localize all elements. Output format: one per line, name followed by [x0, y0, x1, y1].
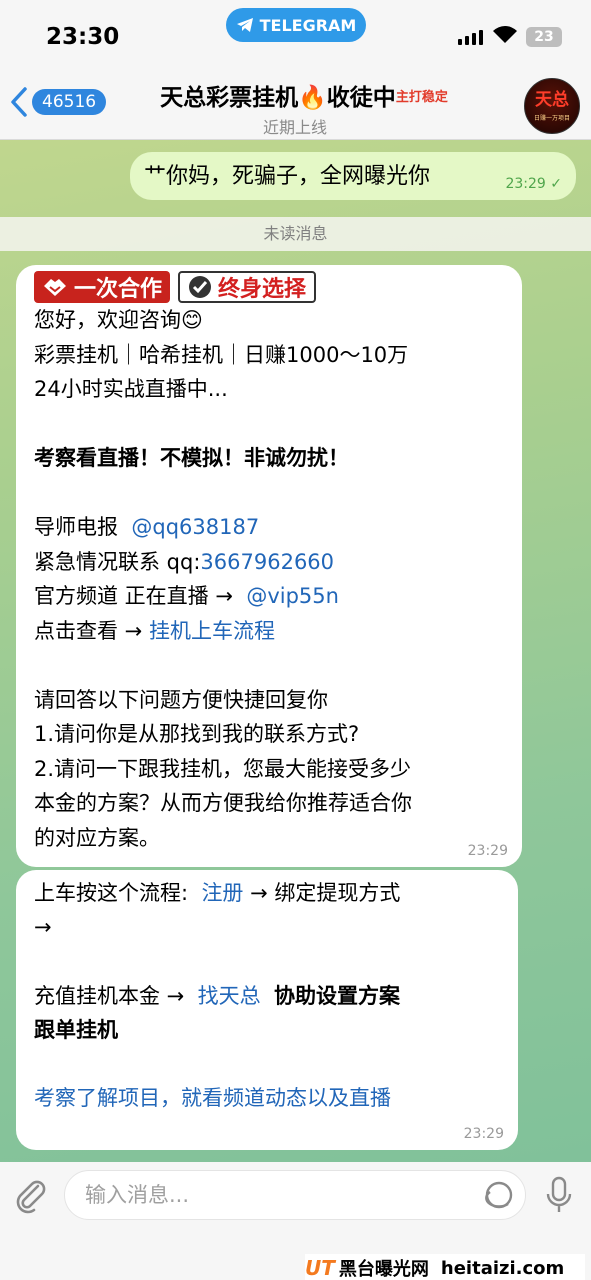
- handshake-icon: [44, 279, 66, 296]
- telegram-pill[interactable]: TELEGRAM: [226, 8, 366, 42]
- outgoing-message[interactable]: 艹你妈，死骗子，全网曝光你 23:29 ✓: [130, 152, 576, 200]
- chat-header: 46516 天总彩票挂机🔥收徒中主打稳定 近期上线 天总 日赚一万项目: [0, 70, 591, 140]
- avatar[interactable]: 天总 日赚一万项目: [524, 78, 580, 134]
- message-text: 艹你妈，死骗子，全网曝光你: [144, 164, 431, 189]
- chevron-left-icon: [11, 87, 27, 117]
- message-time: 23:29: [467, 843, 508, 859]
- check-circle-icon: [189, 276, 212, 298]
- read-check-icon: ✓: [550, 176, 562, 192]
- sticker-icon[interactable]: [484, 1180, 514, 1210]
- message-line: 点击查看 → 挂机上车流程: [34, 618, 275, 643]
- message-line: 官方频道 正在直播 → @vip55n: [34, 584, 339, 608]
- microphone-icon[interactable]: [545, 1176, 573, 1214]
- message-line: 24小时实战直播中...: [34, 377, 228, 401]
- watermark: UT 黑台曝光网 heitaizi.com: [305, 1254, 585, 1280]
- message-line: 的对应方案。: [34, 825, 160, 850]
- message-line: 本金的方案？从而方便我给你推荐适合你: [34, 791, 412, 815]
- promo-badges: 一次合作 终身选择: [34, 271, 504, 303]
- register-link[interactable]: 注册: [201, 881, 243, 905]
- message-line: 充值挂机本金 → 找天总 协助设置方案: [34, 983, 400, 1008]
- unread-count-badge: 46516: [32, 89, 107, 115]
- phone-link[interactable]: 3667962660: [200, 550, 334, 574]
- watermark-domain: heitaizi.com: [440, 1257, 565, 1279]
- battery-icon: 23: [526, 27, 562, 47]
- message-input[interactable]: 输入消息...: [64, 1170, 526, 1220]
- telegram-pill-label: TELEGRAM: [259, 15, 357, 35]
- back-button[interactable]: 46516: [10, 86, 107, 118]
- attach-paperclip-icon[interactable]: [14, 1178, 48, 1214]
- message-line: 1.请问你是从那找到我的联系方式?: [34, 722, 360, 746]
- wifi-icon: [493, 26, 517, 43]
- chat-title-area[interactable]: 天总彩票挂机🔥收徒中主打稳定 近期上线: [120, 78, 470, 138]
- unread-divider: 未读消息: [0, 217, 591, 251]
- message-line: 紧急情况联系 qq:3667962660: [34, 549, 335, 574]
- message-line: 您好，欢迎咨询😊: [34, 308, 203, 332]
- incoming-message[interactable]: 上车按这个流程: 注册 → 绑定提现方式 → 充值挂机本金 → 找天总 协助设置…: [16, 870, 518, 1150]
- message-line: 上车按这个流程: 注册 → 绑定提现方式: [34, 881, 401, 905]
- mention-link[interactable]: @qq638187: [131, 515, 259, 539]
- message-line: 跟单挂机: [34, 1017, 118, 1042]
- message-meta: 23:29 ✓: [505, 176, 562, 192]
- message-line: 导师电报 @qq638187: [34, 515, 260, 539]
- status-bar: 23:30 TELEGRAM 23: [0, 0, 591, 70]
- chat-title: 天总彩票挂机🔥收徒中: [160, 85, 396, 111]
- channel-link[interactable]: @vip55n: [246, 584, 339, 608]
- message-line: 2.请问一下跟我挂机，您最大能接受多少: [34, 756, 412, 781]
- incoming-message[interactable]: 一次合作 终身选择 您好，欢迎咨询😊 彩票挂机｜哈希挂机｜日赚1000～10万 …: [16, 265, 522, 867]
- title-tag: 主打稳定: [395, 90, 448, 105]
- channel-text-link[interactable]: 考察了解项目，就看频道动态以及直播: [34, 1081, 500, 1115]
- message-time: 23:29: [463, 1126, 504, 1142]
- message-line: →: [34, 915, 52, 939]
- process-link[interactable]: 挂机上车流程: [149, 619, 275, 643]
- clock: 23:30: [46, 24, 120, 50]
- last-seen-status: 近期上线: [262, 118, 327, 137]
- signal-icon: [458, 30, 483, 45]
- watermark-text: 黑台曝光网: [338, 1259, 429, 1280]
- badge-cooperation: 一次合作: [34, 271, 171, 303]
- watermark-logo-icon: UT: [305, 1256, 335, 1280]
- badge-lifetime: 终身选择: [178, 271, 317, 303]
- message-line: 彩票挂机｜哈希挂机｜日赚1000～10万: [34, 342, 409, 367]
- message-line: 请回答以下问题方便快捷回复你: [34, 687, 328, 712]
- contact-link[interactable]: 找天总: [198, 984, 261, 1008]
- composer-bar: 输入消息... UT 黑台曝光网 heitaizi.com: [0, 1162, 591, 1280]
- message-line: 考察看直播！不模拟！非诚勿扰！: [34, 446, 349, 470]
- telegram-plane-icon: [236, 18, 253, 32]
